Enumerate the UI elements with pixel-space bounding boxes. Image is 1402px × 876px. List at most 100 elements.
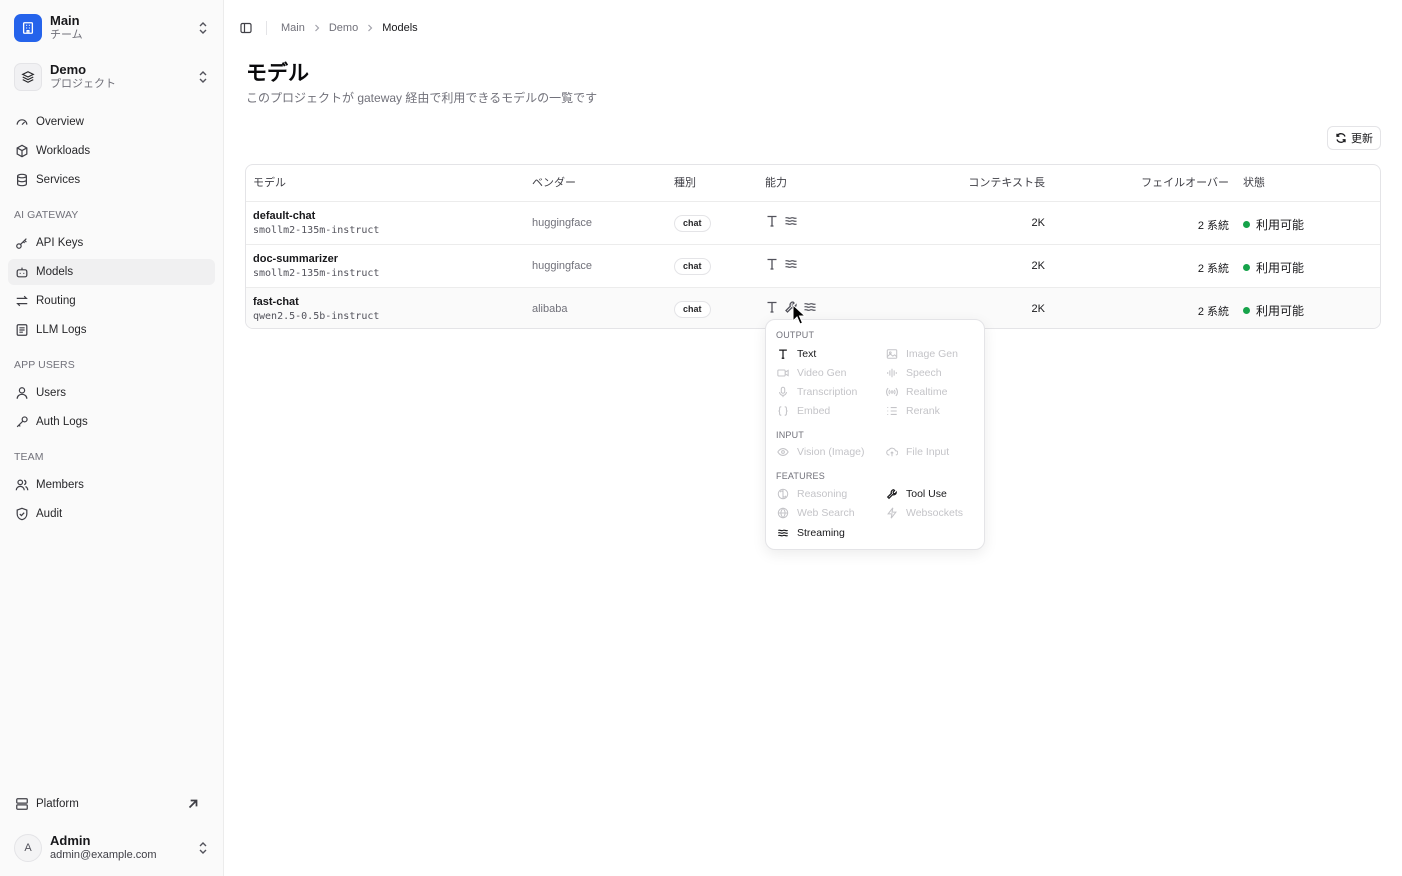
bot-icon (16, 267, 28, 278)
sidebar-item-api-keys[interactable]: API Keys (8, 230, 215, 256)
gauge-icon (16, 119, 28, 126)
project-switcher[interactable]: Demo プロジェクト (8, 57, 215, 97)
kind-badge: chat (674, 258, 711, 275)
table-row[interactable]: doc-summarizer smollm2-135m-instruct hug… (246, 244, 1380, 287)
sidebar-item-users[interactable]: Users (8, 380, 215, 406)
sidebar-item-routing[interactable]: Routing (8, 288, 215, 314)
status-dot-icon (1243, 307, 1250, 314)
kind-badge: chat (674, 301, 711, 318)
capability-label: Web Search (797, 507, 855, 519)
breadcrumb-main[interactable]: Main (281, 22, 305, 34)
sidebar-item-label: Overview (36, 116, 84, 128)
sidebar-item-label: Audit (36, 508, 63, 520)
capability-label: Image Gen (906, 348, 958, 360)
popover-section-features: FEATURES (776, 471, 825, 481)
team-switcher[interactable]: Main チーム (8, 8, 215, 48)
capability-label: Websockets (906, 507, 963, 519)
column-header-capabilities[interactable]: 能力 (765, 165, 787, 201)
capability-label: Tool Use (906, 488, 947, 500)
section-label-team: TEAM (14, 451, 44, 463)
sidebar-item-platform[interactable]: Platform (8, 791, 215, 817)
page-title: モデル (246, 62, 309, 85)
divider (266, 21, 267, 35)
column-header-model[interactable]: モデル (253, 165, 286, 201)
image-icon (886, 349, 898, 359)
capabilities[interactable] (765, 300, 817, 314)
column-header-vendor[interactable]: ベンダー (532, 165, 576, 201)
model-name: default-chat (253, 210, 316, 222)
capability-label: Streaming (797, 527, 845, 539)
model-name: fast-chat (253, 296, 299, 308)
server-icon (16, 798, 28, 810)
capability-speech: Speech (886, 366, 942, 380)
layers-icon (14, 63, 42, 91)
sidebar-item-workloads[interactable]: Workloads (8, 138, 215, 164)
sidebar-item-label: Models (36, 266, 74, 278)
sidebar-item-services[interactable]: Services (8, 167, 215, 193)
box-icon (16, 144, 28, 158)
capability-label: Video Gen (797, 367, 847, 379)
capability-image-gen: Image Gen (886, 347, 958, 361)
users-icon (15, 479, 29, 491)
table-row[interactable]: default-chat smollm2-135m-instruct huggi… (246, 201, 1380, 244)
kind-badge: chat (674, 215, 711, 232)
key-icon (16, 416, 28, 428)
globe-icon (777, 507, 789, 519)
capability-label: Reasoning (797, 488, 848, 500)
capability-reasoning: Reasoning (777, 487, 847, 501)
column-header-context[interactable]: コンテキスト長 (968, 165, 1045, 201)
streaming-icon[interactable] (784, 257, 798, 271)
topbar: Main Demo Models (240, 20, 418, 36)
sidebar-toggle-icon[interactable] (240, 22, 252, 34)
sidebar-item-members[interactable]: Members (8, 472, 215, 498)
capabilities-popover: OUTPUT Text Image Gen Video Gen Speech T… (765, 319, 985, 550)
status-label: 利用可能 (1256, 218, 1305, 232)
column-header-status[interactable]: 状態 (1243, 165, 1265, 201)
database-icon (17, 173, 27, 187)
streaming-icon[interactable] (784, 214, 798, 228)
chevron-up-down-icon (199, 71, 207, 83)
refresh-icon (1336, 133, 1346, 143)
capabilities[interactable] (765, 257, 798, 271)
text-icon[interactable] (765, 257, 779, 271)
sidebar-item-overview[interactable]: Overview (8, 109, 215, 135)
text-icon[interactable] (765, 214, 779, 228)
status-badge: 利用可能 (1243, 259, 1304, 276)
shield-check-icon (16, 507, 28, 521)
chevron-up-down-icon (199, 842, 207, 854)
capability-realtime: Realtime (886, 385, 947, 399)
cloud-upload-icon (886, 447, 898, 457)
chevron-right-icon (314, 24, 320, 32)
capabilities[interactable] (765, 214, 798, 228)
sidebar-item-auth-logs[interactable]: Auth Logs (8, 409, 215, 435)
model-id: qwen2.5-0.5b-instruct (253, 311, 380, 322)
refresh-button[interactable]: 更新 (1327, 126, 1381, 150)
sidebar-item-llm-logs[interactable]: LLM Logs (8, 317, 215, 343)
key-icon (16, 238, 27, 249)
capability-label: Realtime (906, 386, 948, 398)
column-header-kind[interactable]: 種別 (674, 165, 696, 201)
capability-video-gen: Video Gen (777, 366, 846, 380)
project-sub: プロジェクト (50, 78, 116, 91)
sidebar-item-models[interactable]: Models (8, 259, 215, 285)
capability-tool-use: Tool Use (886, 487, 947, 501)
chevron-right-icon (368, 24, 373, 32)
breadcrumb-demo[interactable]: Demo (329, 22, 358, 34)
user-name: Admin (50, 833, 91, 849)
text-icon[interactable] (765, 300, 779, 314)
model-vendor: huggingface (532, 217, 592, 229)
sidebar-item-label: Workloads (36, 145, 91, 157)
user-menu[interactable]: A Admin admin@example.com (8, 828, 215, 868)
sidebar-item-audit[interactable]: Audit (8, 501, 215, 527)
chevron-up-down-icon (199, 22, 207, 34)
eye-icon (777, 448, 789, 456)
sidebar-item-label: LLM Logs (36, 324, 87, 336)
model-vendor: alibaba (532, 303, 568, 315)
column-header-failover[interactable]: フェイルオーバー (1141, 165, 1229, 201)
audio-wave-icon (887, 368, 897, 378)
avatar: A (14, 834, 42, 862)
file-text-icon (16, 324, 28, 336)
broadcast-icon (886, 387, 898, 397)
popover-section-input: INPUT (776, 430, 804, 440)
status-label: 利用可能 (1256, 304, 1305, 318)
